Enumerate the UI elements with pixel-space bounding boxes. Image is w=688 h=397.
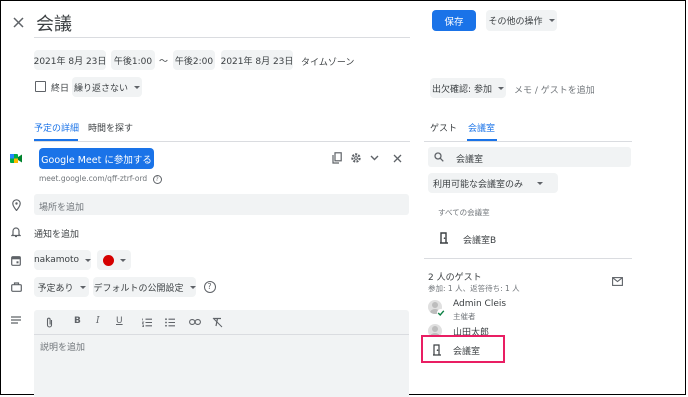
location-input[interactable]: 場所を追加 — [34, 194, 409, 215]
rsvp-dropdown[interactable]: 出欠確認: 参加 — [430, 78, 506, 98]
google-meet-icon — [9, 151, 23, 165]
right-tabs-divider — [424, 141, 632, 142]
more-actions-label: その他の操作 — [488, 17, 543, 27]
event-title[interactable]: 会議 — [36, 10, 72, 36]
location-pin-icon — [10, 198, 22, 212]
help-icon[interactable]: ? — [203, 280, 216, 293]
repeat-dropdown[interactable]: 繰り返さない — [72, 77, 142, 97]
calendar-color-dot — [102, 254, 114, 266]
join-meet-button[interactable]: Google Meet に参加する — [39, 148, 154, 169]
tab-rooms[interactable]: 会議室 — [468, 121, 495, 134]
memo-guests-link[interactable]: メモ / ゲストを追加 — [514, 83, 595, 96]
bell-icon — [10, 225, 22, 239]
chevron-down-icon — [189, 285, 196, 289]
title-underline — [34, 37, 410, 38]
remove-meet-icon[interactable] — [391, 152, 403, 164]
repeat-label: 繰り返さない — [73, 83, 128, 94]
room-b-item[interactable]: 会議室B — [463, 233, 496, 246]
room-filter-dropdown[interactable]: 利用可能な会議室のみ — [428, 173, 558, 193]
description-editor[interactable]: B I U 説明を追加 — [34, 310, 409, 397]
chevron-down-icon — [134, 85, 140, 89]
bullet-list-icon[interactable] — [164, 317, 175, 327]
all-rooms-section-label: すべての会議室 — [438, 208, 490, 217]
visibility-dropdown[interactable]: デフォルトの公開設定 — [93, 277, 196, 297]
gear-icon[interactable] — [349, 151, 363, 165]
allday-label: 終日 — [51, 84, 70, 94]
rsvp-label: 出欠確認: 参加 — [432, 84, 492, 95]
tab-find-time[interactable]: 時間を探す — [88, 121, 133, 134]
calendar-owner-label: nakamoto — [33, 255, 80, 265]
room-filter-label: 利用可能な会議室のみ — [433, 179, 524, 190]
accepted-check-icon — [437, 309, 445, 317]
guest-summary: 参加: 1 人、返答待ち: 1 人 — [428, 284, 520, 293]
calendar-icon — [10, 253, 22, 267]
meet-link-text: meet.google.com/qff-ztrf-ord — [39, 174, 148, 183]
numbered-list-icon[interactable] — [141, 317, 152, 327]
more-actions-button[interactable]: その他の操作 — [486, 10, 557, 31]
location-placeholder: 場所を追加 — [39, 203, 85, 213]
chevron-down-icon — [497, 86, 504, 90]
availability-dropdown[interactable]: 予定あり — [34, 277, 89, 297]
room-search-input[interactable]: 会議室 — [428, 147, 631, 167]
allday-checkbox[interactable] — [35, 81, 46, 92]
room-guest-name: 会議室 — [453, 347, 481, 357]
description-icon — [10, 315, 22, 325]
copy-icon[interactable] — [331, 151, 343, 165]
link-icon[interactable] — [189, 317, 201, 327]
room-guest-entry[interactable]: 会議室 — [421, 335, 505, 363]
underline-icon[interactable]: U — [116, 316, 123, 326]
close-icon[interactable] — [10, 14, 26, 30]
save-button[interactable]: 保存 — [432, 10, 476, 31]
chevron-down-icon — [119, 258, 126, 262]
availability-label: 予定あり — [37, 283, 74, 294]
help-icon[interactable]: ? — [152, 174, 162, 184]
email-guests-icon[interactable] — [611, 276, 624, 287]
tabs-divider — [34, 141, 410, 142]
search-icon — [433, 151, 444, 162]
room-search-value: 会議室 — [456, 155, 484, 165]
chevron-down-icon[interactable] — [368, 152, 380, 164]
description-placeholder: 説明を追加 — [40, 343, 86, 353]
add-notification-link[interactable]: 通知を追加 — [34, 227, 79, 240]
briefcase-icon — [10, 280, 22, 294]
start-time-field[interactable]: 午後1:00 — [111, 50, 155, 70]
time-separator: 〜 — [159, 57, 169, 67]
guest-role: 主催者 — [453, 312, 476, 321]
chevron-down-icon — [79, 285, 86, 289]
chevron-down-icon — [548, 19, 555, 22]
meet-link[interactable]: meet.google.com/qff-ztrf-ord ? — [39, 174, 162, 184]
calendar-color-dropdown[interactable] — [97, 250, 131, 270]
tab-event-details[interactable]: 予定の詳細 — [34, 121, 79, 134]
clear-formatting-icon[interactable] — [211, 316, 223, 328]
end-time-field[interactable]: 午後2:00 — [173, 50, 215, 70]
guest-count: 2 人のゲスト — [428, 273, 482, 283]
chevron-down-icon — [85, 258, 92, 262]
visibility-label: デフォルトの公開設定 — [93, 283, 184, 294]
door-icon — [438, 231, 450, 244]
door-icon — [431, 343, 443, 356]
end-date-field[interactable]: 2021年 8月 23日 — [221, 50, 293, 70]
chevron-down-icon — [537, 181, 544, 185]
italic-icon[interactable]: I — [96, 316, 100, 326]
guest-name: Admin Cleis — [453, 299, 507, 309]
bold-icon[interactable]: B — [74, 316, 81, 326]
attachment-icon[interactable] — [44, 316, 54, 328]
calendar-owner-dropdown[interactable]: nakamoto — [33, 250, 92, 270]
tab-guests[interactable]: ゲスト — [430, 121, 457, 134]
start-date-field[interactable]: 2021年 8月 23日 — [34, 50, 106, 70]
rooms-divider — [424, 258, 632, 259]
timezone-link[interactable]: タイムゾーン — [301, 55, 354, 68]
